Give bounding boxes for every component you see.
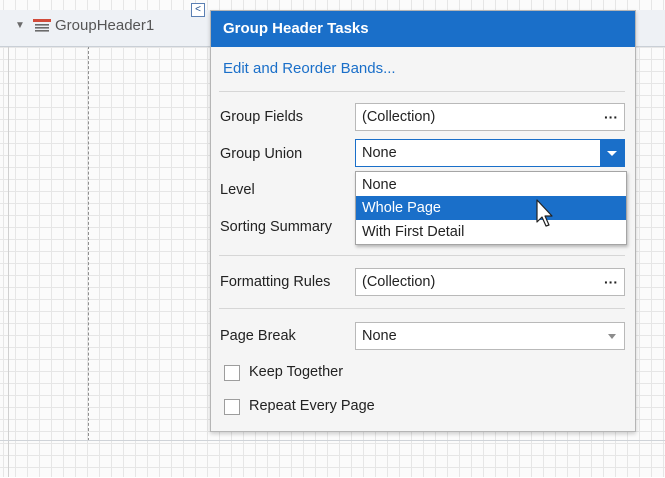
page-break-label: Page Break	[220, 328, 296, 344]
band-name-label: GroupHeader1	[55, 17, 155, 34]
separator	[219, 308, 625, 309]
dropdown-option-whole-page[interactable]: Whole Page	[356, 196, 626, 220]
group-union-dropdown-button[interactable]	[600, 140, 624, 166]
group-union-select[interactable]: None	[355, 139, 625, 167]
repeat-every-page-label[interactable]: Repeat Every Page	[249, 398, 375, 414]
page-break-select[interactable]: None	[355, 322, 625, 350]
formatting-rules-ellipsis-button[interactable]: ···	[604, 269, 618, 295]
group-fields-ellipsis-button[interactable]: ···	[604, 104, 618, 130]
page-break-value: None	[362, 328, 397, 344]
chevron-down-icon	[607, 151, 617, 156]
surface-left-edge	[8, 46, 9, 477]
next-band-boundary	[0, 440, 665, 478]
group-fields-label: Group Fields	[220, 109, 304, 125]
group-union-label: Group Union	[220, 146, 303, 162]
separator	[219, 91, 625, 92]
margin-guide-line	[88, 46, 89, 441]
sorting-summary-label: Sorting Summary	[220, 219, 333, 235]
group-fields-field[interactable]: (Collection) ···	[355, 103, 625, 131]
edit-reorder-bands-link[interactable]: Edit and Reorder Bands...	[223, 60, 396, 77]
smart-tag-button[interactable]: <	[191, 3, 205, 17]
formatting-rules-label: Formatting Rules	[220, 274, 331, 290]
keep-together-checkbox[interactable]	[224, 365, 240, 381]
group-fields-value: (Collection)	[362, 109, 436, 125]
group-union-value: None	[362, 145, 397, 161]
formatting-rules-field[interactable]: (Collection) ···	[355, 268, 625, 296]
separator	[219, 255, 625, 256]
group-union-dropdown-list: None Whole Page With First Detail	[355, 171, 627, 245]
repeat-every-page-checkbox[interactable]	[224, 399, 240, 415]
formatting-rules-value: (Collection)	[362, 274, 436, 290]
panel-title: Group Header Tasks	[211, 11, 635, 47]
group-header-band-icon	[33, 19, 51, 32]
level-label: Level	[220, 182, 255, 198]
dropdown-option-with-first-detail[interactable]: With First Detail	[356, 220, 626, 244]
collapse-caret-icon[interactable]: ▼	[15, 20, 25, 31]
keep-together-label[interactable]: Keep Together	[249, 364, 343, 380]
dropdown-option-none[interactable]: None	[356, 173, 626, 197]
mouse-cursor-icon	[536, 199, 553, 227]
chevron-down-icon	[608, 334, 616, 339]
